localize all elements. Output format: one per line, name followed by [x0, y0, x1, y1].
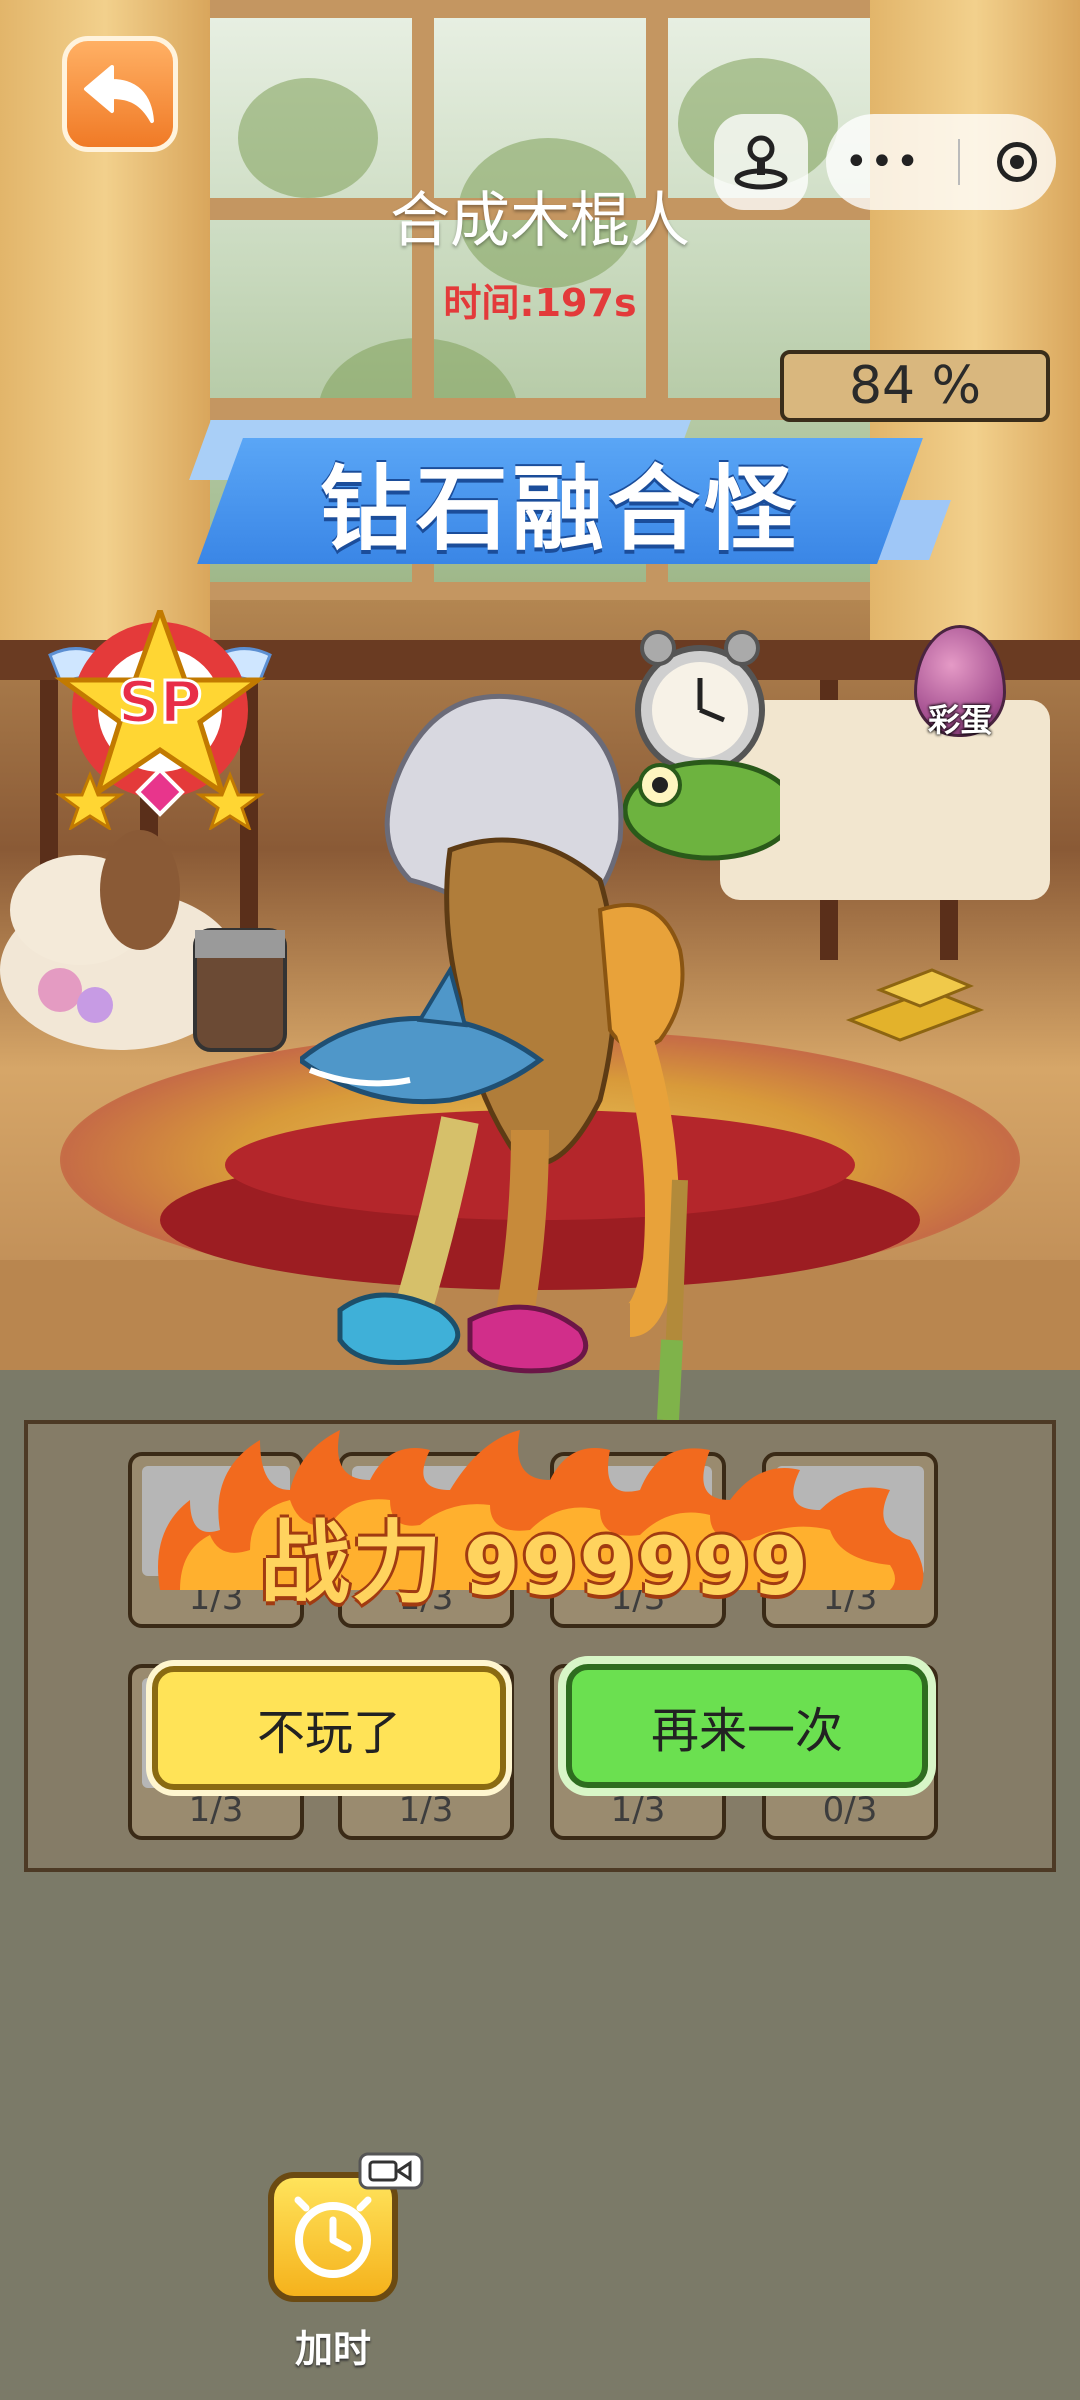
- egg-label: 彩蛋: [927, 701, 992, 739]
- back-arrow-icon: [84, 65, 154, 123]
- add-time-button[interactable]: [268, 2172, 398, 2302]
- clock-icon: [635, 630, 765, 775]
- progress-percent: 84 %: [780, 350, 1050, 422]
- fusion-monster-character: [300, 630, 780, 1440]
- add-time-label: 加时: [294, 2327, 371, 2371]
- gold-bars-decoration: [845, 968, 985, 1042]
- banner-title: 钻石融合怪: [319, 455, 800, 563]
- result-banner: 钻石融合怪: [180, 420, 951, 580]
- video-icon: [358, 2152, 424, 2190]
- power-value: 999999: [464, 1520, 810, 1613]
- back-button[interactable]: [62, 36, 178, 152]
- power-display: 战力 999999: [150, 1420, 930, 1616]
- page-title: 合成木棍人: [390, 186, 690, 256]
- sp-label: SP: [118, 668, 202, 736]
- timer-text: 时间:197s: [443, 281, 637, 325]
- play-again-button[interactable]: 再来一次: [566, 1664, 928, 1788]
- quit-button[interactable]: 不玩了: [152, 1666, 506, 1790]
- plush-dog-decoration: [0, 830, 287, 1052]
- power-label: 战力: [260, 1511, 444, 1616]
- sp-star-badge-icon: SP: [48, 602, 272, 832]
- easter-egg-button[interactable]: 彩蛋: [910, 625, 1010, 745]
- clock-icon: [294, 2196, 372, 2278]
- sp-badge: SP: [30, 602, 290, 832]
